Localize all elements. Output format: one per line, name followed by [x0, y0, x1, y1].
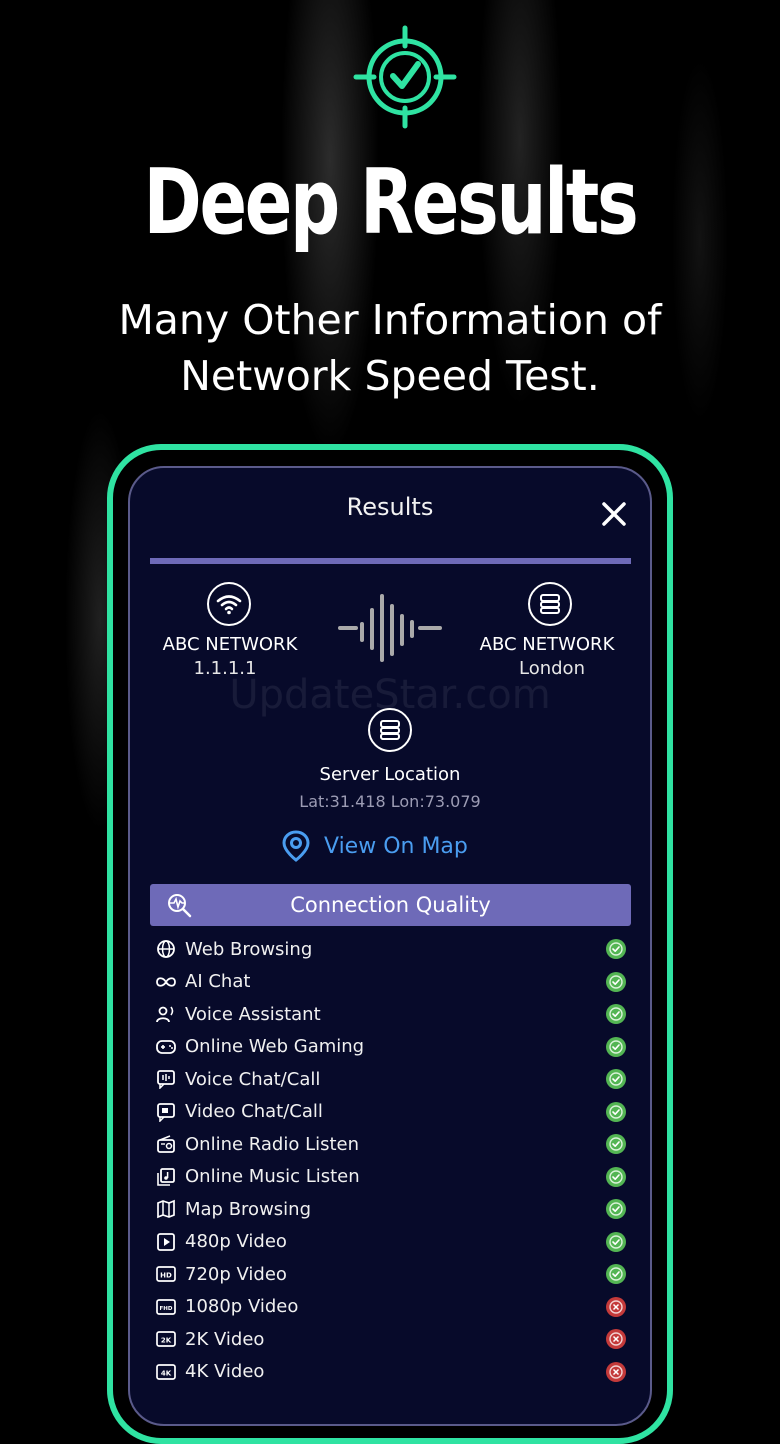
status-ok-icon	[606, 1134, 626, 1154]
server-coordinates: Lat:31.418 Lon:73.079	[299, 792, 481, 811]
svg-text:2K: 2K	[161, 1337, 172, 1345]
quality-row: Voice Assistant	[155, 998, 630, 1031]
server-location-icon	[368, 708, 412, 752]
quality-row: Online Music Listen	[155, 1161, 630, 1194]
quality-row-label: Online Web Gaming	[185, 1036, 365, 1058]
svg-text:FHD: FHD	[160, 1306, 173, 1312]
quality-row: Map Browsing	[155, 1193, 630, 1226]
view-on-map-label: View On Map	[324, 833, 468, 859]
server-location-label: Server Location	[319, 764, 461, 785]
map-icon	[155, 1198, 177, 1220]
quality-row-label: Web Browsing	[185, 938, 313, 960]
results-title: Results	[346, 493, 434, 521]
wifi-icon	[207, 582, 251, 626]
view-on-map-link[interactable]: View On Map	[282, 826, 468, 866]
status-ok-icon	[606, 939, 626, 959]
video-chat-icon	[155, 1101, 177, 1123]
quality-row-label: Map Browsing	[185, 1198, 312, 1220]
quality-row-label: 480p Video	[185, 1231, 287, 1253]
status-ok-icon	[606, 1069, 626, 1089]
status-ok-icon	[606, 1101, 626, 1122]
hero-title: Deep Results	[143, 150, 639, 255]
music-icon	[155, 1166, 177, 1188]
voice-chat-icon	[155, 1068, 177, 1090]
svg-text:4K: 4K	[161, 1369, 172, 1377]
svg-text:HD: HD	[160, 1272, 172, 1280]
hero-subtitle-line1: Many Other Information of	[118, 296, 662, 344]
quality-row: 480p Video	[155, 1226, 630, 1259]
quality-row: FHD 1080p Video	[155, 1291, 630, 1324]
target-check-icon	[353, 25, 457, 129]
quality-row: Voice Chat/Call	[155, 1063, 630, 1096]
connection-quality-list: Web Browsing AI Chat Voice Assistant Online…	[155, 933, 630, 1388]
results-divider	[150, 558, 631, 564]
connection-quality-title: Connection Quality	[290, 893, 491, 917]
voice-assistant-icon	[155, 1003, 177, 1025]
status-ok-icon	[606, 1004, 626, 1024]
2k-icon: 2K	[155, 1328, 177, 1350]
quality-row: AI Chat	[155, 966, 630, 999]
quality-row-label: Online Music Listen	[185, 1166, 360, 1188]
quality-row-label: Voice Assistant	[185, 1003, 321, 1025]
waveform-icon	[338, 594, 442, 662]
status-ok-icon	[606, 971, 626, 992]
connection-quality-header: Connection Quality	[150, 884, 631, 926]
status-fail-icon	[606, 1296, 626, 1317]
quality-row-label: 720p Video	[185, 1263, 287, 1285]
quality-row: Video Chat/Call	[155, 1096, 630, 1129]
infinity-icon	[155, 971, 177, 993]
quality-row-label: Video Chat/Call	[185, 1101, 323, 1123]
quality-row-label: 2K Video	[185, 1328, 265, 1350]
quality-row: Online Web Gaming	[155, 1031, 630, 1064]
status-ok-icon	[606, 1036, 626, 1057]
globe-icon	[155, 938, 177, 960]
quality-row: Web Browsing	[155, 933, 630, 966]
4k-icon: 4K	[155, 1361, 177, 1383]
quality-row-label: 4K Video	[185, 1361, 265, 1383]
status-ok-icon	[606, 1199, 626, 1219]
status-ok-icon	[606, 1264, 626, 1284]
server-city: London	[519, 658, 585, 679]
status-ok-icon	[606, 1231, 626, 1252]
hero-subtitle-line2: Network Speed Test.	[180, 352, 600, 400]
quality-row: HD 720p Video	[155, 1258, 630, 1291]
client-network-name: ABC NETWORK	[162, 634, 298, 655]
quality-row-label: Online Radio Listen	[185, 1133, 360, 1155]
fhd-icon: FHD	[155, 1296, 177, 1318]
quality-row-label: Voice Chat/Call	[185, 1068, 321, 1090]
hero-subtitle: Many Other Information of Network Speed …	[40, 292, 740, 404]
status-ok-icon	[606, 1166, 626, 1187]
close-icon[interactable]	[600, 500, 628, 528]
quality-row: Online Radio Listen	[155, 1128, 630, 1161]
quality-row: 2K 2K Video	[155, 1323, 630, 1356]
client-ip: 1.1.1.1	[193, 658, 257, 679]
status-fail-icon	[606, 1329, 626, 1349]
quality-row-label: AI Chat	[185, 971, 251, 993]
server-network-name: ABC NETWORK	[479, 634, 615, 655]
map-pin-icon	[282, 830, 310, 862]
status-fail-icon	[606, 1361, 626, 1382]
radio-icon	[155, 1133, 177, 1155]
quality-row: 4K 4K Video	[155, 1356, 630, 1389]
hd-icon: HD	[155, 1263, 177, 1285]
quality-row-label: 1080p Video	[185, 1296, 299, 1318]
gamepad-icon	[155, 1036, 177, 1058]
play-icon	[155, 1231, 177, 1253]
server-icon	[528, 582, 572, 626]
